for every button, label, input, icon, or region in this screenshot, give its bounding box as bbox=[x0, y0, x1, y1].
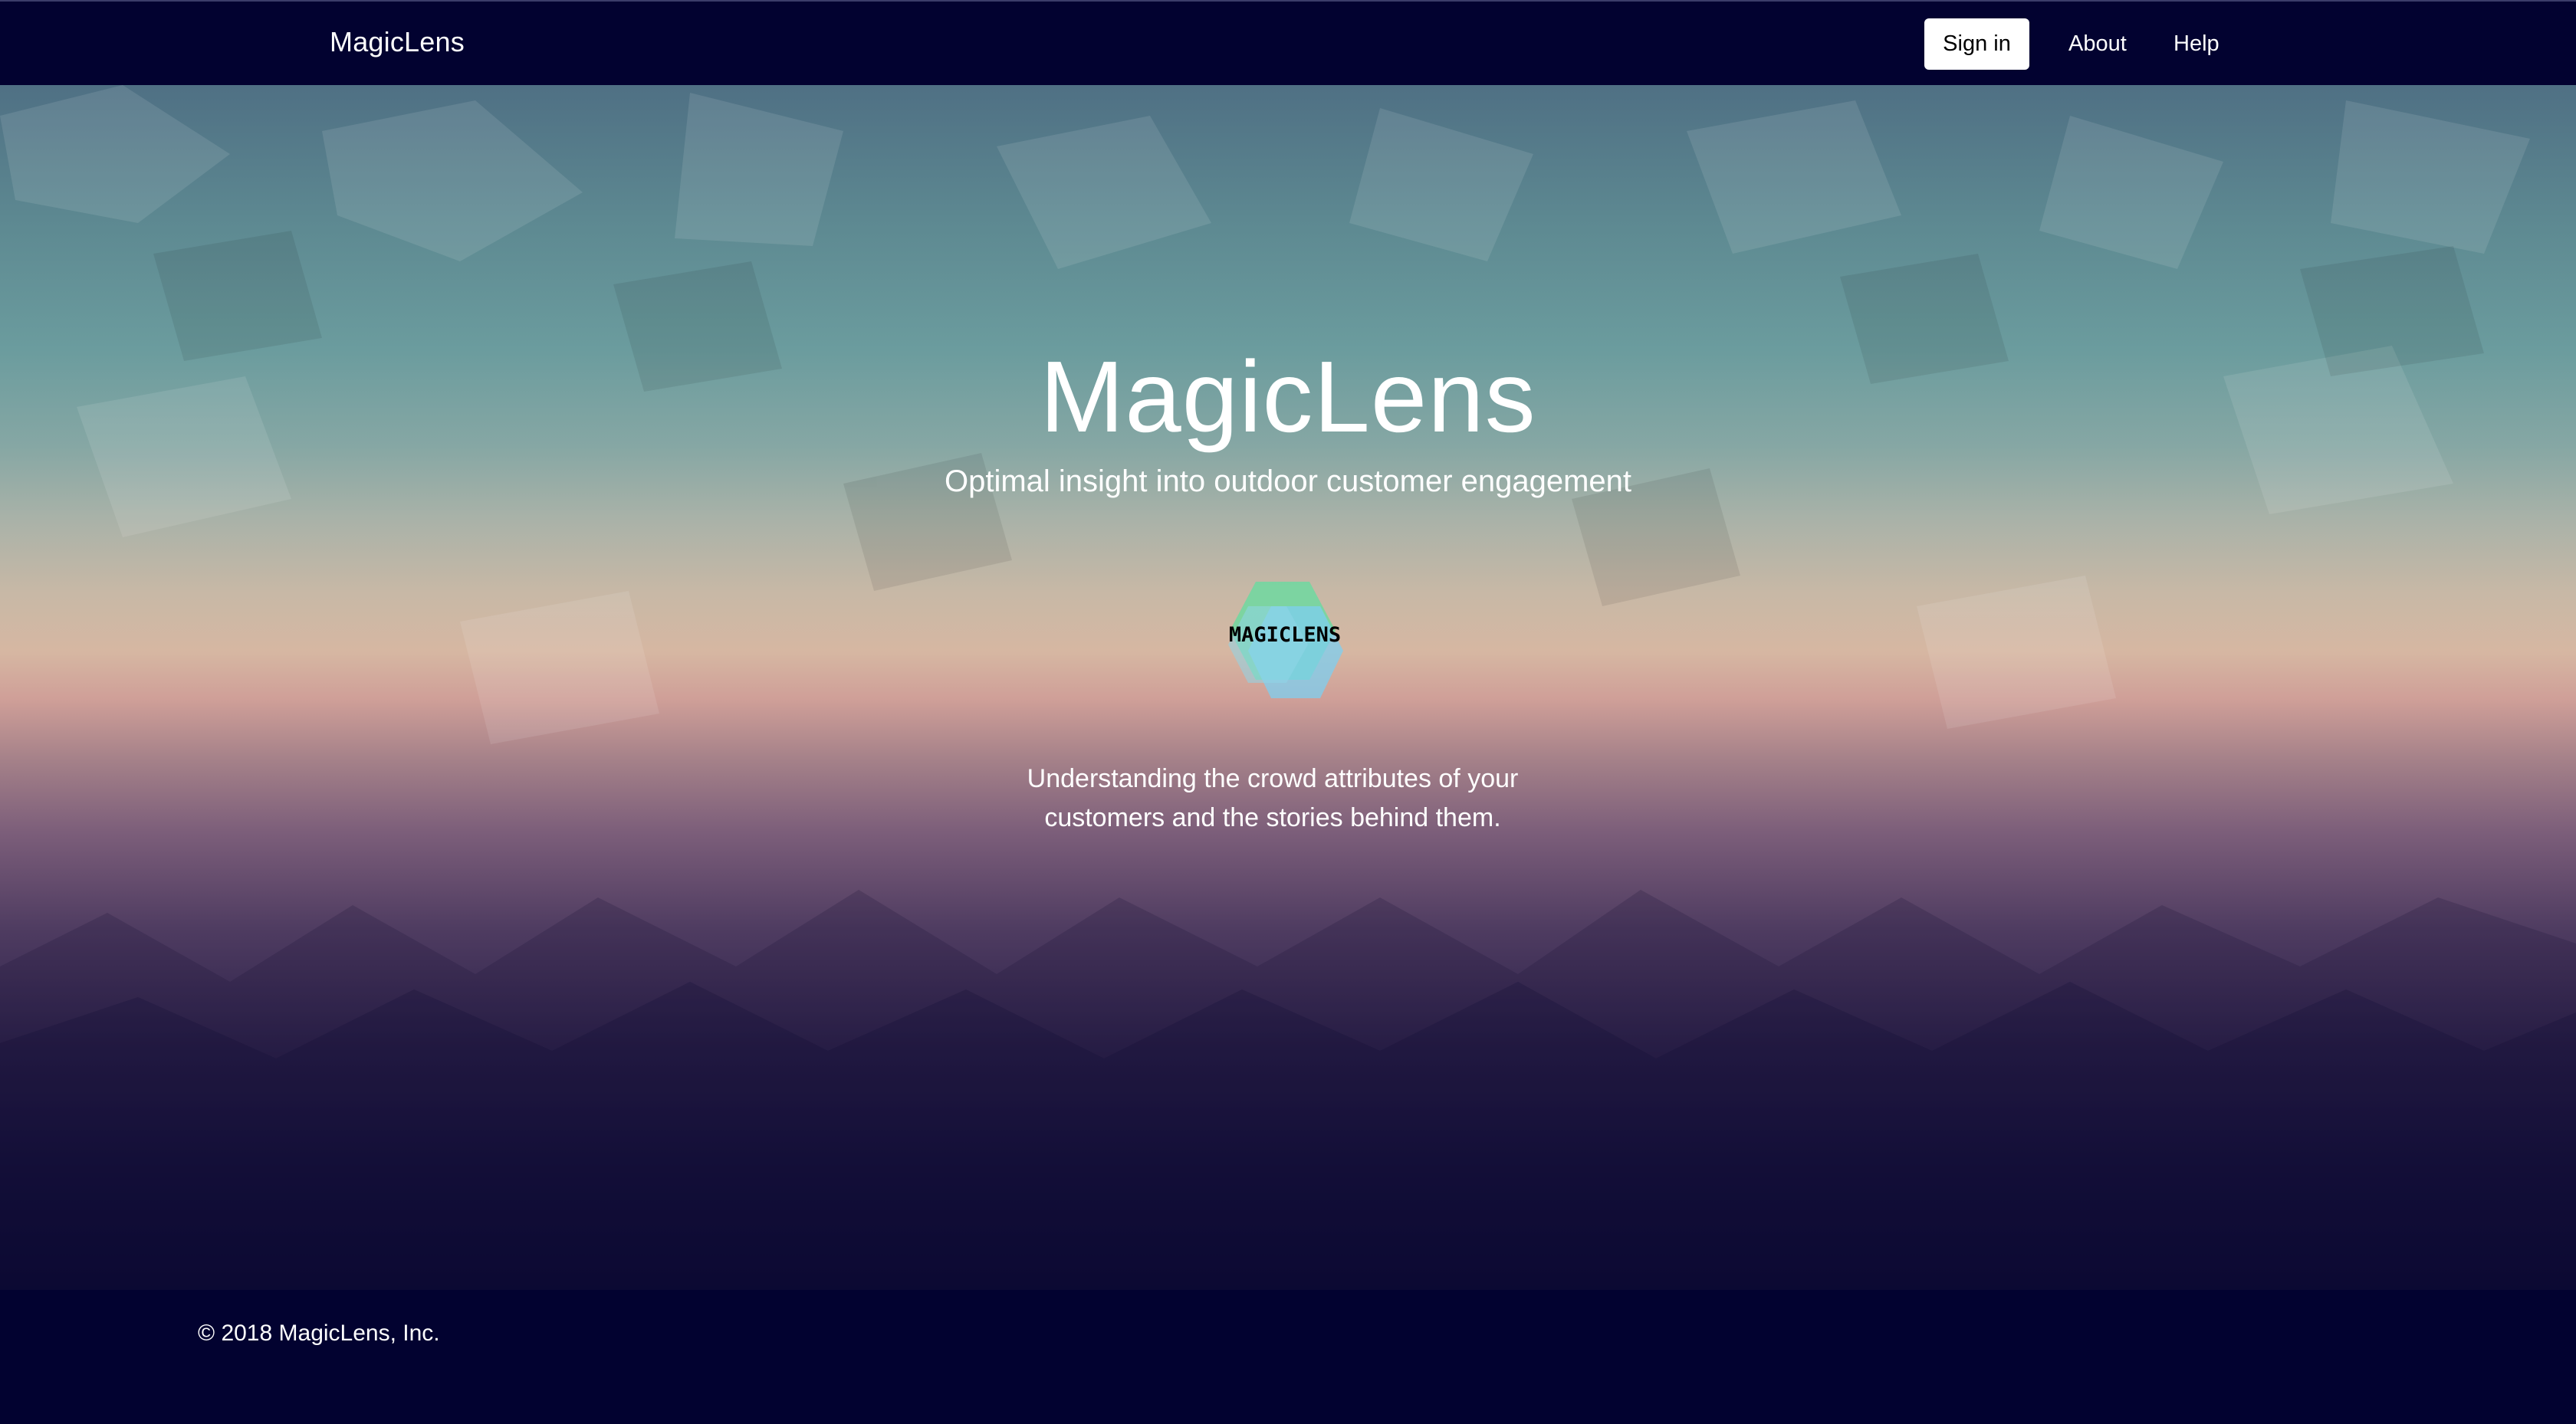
hero-description: Understanding the crowd attributes of yo… bbox=[981, 760, 1564, 838]
hero-section: MagicLens Optimal insight into outdoor c… bbox=[0, 85, 2576, 1290]
nav-link-about[interactable]: About bbox=[2068, 18, 2127, 70]
copyright-text: © 2018 MagicLens, Inc. bbox=[198, 1321, 440, 1346]
sign-in-button[interactable]: Sign in bbox=[1924, 18, 2029, 70]
logo-text: MAGICLENS bbox=[1229, 623, 1341, 647]
hero-description-line2: customers and the stories behind them. bbox=[1044, 803, 1501, 832]
hero-subtitle: Optimal insight into outdoor customer en… bbox=[944, 464, 1632, 498]
magiclens-logo-icon: MAGICLENS bbox=[1228, 582, 1343, 698]
footer: © 2018 MagicLens, Inc. bbox=[0, 1290, 2576, 1424]
nav-link-help[interactable]: Help bbox=[2174, 18, 2220, 70]
hero-description-line1: Understanding the crowd attributes of yo… bbox=[1027, 764, 1519, 793]
navbar-brand[interactable]: MagicLens bbox=[330, 26, 465, 58]
hero-title: MagicLens bbox=[1040, 340, 1536, 453]
top-navbar: MagicLens Sign in About Help bbox=[0, 0, 2576, 85]
